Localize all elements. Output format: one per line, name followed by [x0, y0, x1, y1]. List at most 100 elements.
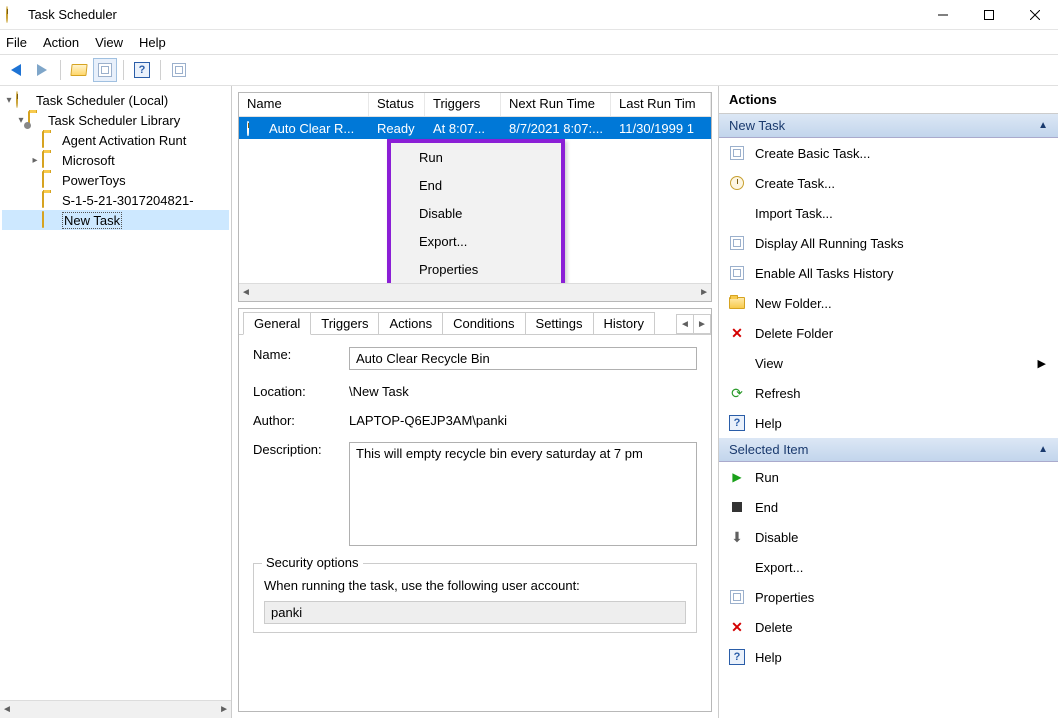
folder-icon — [729, 295, 745, 311]
action-display-running[interactable]: Display All Running Tasks — [719, 228, 1058, 258]
task-row-selected[interactable]: Auto Clear R... Ready At 8:07... 8/7/202… — [239, 117, 711, 139]
tab-settings[interactable]: Settings — [525, 312, 594, 334]
help-button[interactable]: ? — [130, 58, 154, 82]
details-pane: General Triggers Actions Conditions Sett… — [238, 308, 712, 712]
actions-group-selected[interactable]: Selected Item ▲ — [719, 438, 1058, 462]
action-end[interactable]: End — [719, 492, 1058, 522]
toolbar-separator — [160, 60, 161, 80]
refresh-icon: ⟳ — [729, 385, 745, 401]
group-label: Selected Item — [729, 442, 809, 457]
help-icon: ? — [729, 649, 745, 665]
context-disable[interactable]: Disable — [391, 199, 561, 227]
context-end[interactable]: End — [391, 171, 561, 199]
tab-general[interactable]: General — [243, 312, 311, 335]
action-new-folder[interactable]: New Folder... — [719, 288, 1058, 318]
column-last-run[interactable]: Last Run Tim — [611, 93, 711, 116]
menu-help[interactable]: Help — [139, 35, 166, 50]
action-view[interactable]: View ▶ — [719, 348, 1058, 378]
group-label: New Task — [729, 118, 785, 133]
tree-item[interactable]: S-1-5-21-3017204821- — [2, 190, 229, 210]
tab-scroll-left[interactable]: ◄ — [676, 314, 694, 334]
cell-next: 8/7/2021 8:07:... — [501, 121, 611, 136]
security-options: Security options When running the task, … — [253, 563, 697, 633]
tree-item-label: New Task — [62, 212, 122, 229]
action-run[interactable]: ▶ Run — [719, 462, 1058, 492]
minimize-button[interactable] — [920, 0, 966, 30]
menu-action[interactable]: Action — [43, 35, 79, 50]
tree-item-label: Microsoft — [62, 153, 115, 168]
action-delete[interactable]: ✕ Delete — [719, 612, 1058, 642]
back-button[interactable] — [4, 58, 28, 82]
action-create-basic[interactable]: Create Basic Task... — [719, 138, 1058, 168]
input-description[interactable]: This will empty recycle bin every saturd… — [349, 442, 697, 546]
tree-item[interactable]: PowerToys — [2, 170, 229, 190]
tab-conditions[interactable]: Conditions — [442, 312, 525, 334]
tab-history[interactable]: History — [593, 312, 655, 334]
scroll-right-icon[interactable]: ► — [219, 704, 229, 715]
app-icon — [6, 7, 22, 23]
show-hide-tree-button[interactable] — [93, 58, 117, 82]
tab-scroll-right[interactable]: ► — [693, 314, 711, 334]
delete-icon: ✕ — [729, 619, 745, 635]
action-import-task[interactable]: Import Task... — [719, 198, 1058, 228]
task-list-body: Auto Clear R... Ready At 8:07... 8/7/202… — [239, 117, 711, 283]
column-status[interactable]: Status — [369, 93, 425, 116]
action-export[interactable]: Export... — [719, 552, 1058, 582]
tree-root[interactable]: ▾ Task Scheduler (Local) — [2, 90, 229, 110]
tree-item[interactable]: ▸ Microsoft — [2, 150, 229, 170]
menu-file[interactable]: File — [6, 35, 27, 50]
expand-icon[interactable]: ▸ — [28, 155, 42, 166]
export-icon — [729, 559, 745, 575]
column-triggers[interactable]: Triggers — [425, 93, 501, 116]
action-help[interactable]: ? Help — [719, 408, 1058, 438]
security-user: panki — [264, 601, 686, 624]
tree-item-label: Agent Activation Runt — [62, 133, 186, 148]
action-delete-folder[interactable]: ✕ Delete Folder — [719, 318, 1058, 348]
task-list-scrollbar[interactable]: ◄ ► — [239, 283, 711, 301]
column-name[interactable]: Name — [239, 93, 369, 116]
tree-item-label: S-1-5-21-3017204821- — [62, 193, 194, 208]
scroll-left-icon[interactable]: ◄ — [2, 704, 12, 715]
menu-view[interactable]: View — [95, 35, 123, 50]
tree-item[interactable]: Agent Activation Runt — [2, 130, 229, 150]
tree-body: ▾ Task Scheduler (Local) ▾ Task Schedule… — [0, 86, 231, 700]
column-next-run[interactable]: Next Run Time — [501, 93, 611, 116]
submenu-arrow-icon: ▶ — [1038, 357, 1046, 370]
refresh-button[interactable] — [167, 58, 191, 82]
scroll-left-icon[interactable]: ◄ — [241, 287, 251, 298]
tree-scrollbar[interactable]: ◄ ► — [0, 700, 231, 718]
menu-bar: File Action View Help — [0, 30, 1058, 54]
tree-library[interactable]: ▾ Task Scheduler Library — [2, 110, 229, 130]
action-disable[interactable]: ⬇ Disable — [719, 522, 1058, 552]
maximize-button[interactable] — [966, 0, 1012, 30]
tree-pane: ▾ Task Scheduler (Local) ▾ Task Schedule… — [0, 86, 232, 718]
action-create-task[interactable]: Create Task... — [719, 168, 1058, 198]
actions-pane: Actions New Task ▲ Create Basic Task... … — [718, 86, 1058, 718]
scroll-right-icon[interactable]: ► — [699, 287, 709, 298]
collapse-icon[interactable]: ▾ — [2, 95, 16, 106]
tab-triggers[interactable]: Triggers — [310, 312, 379, 334]
forward-button[interactable] — [30, 58, 54, 82]
toolbar: ? — [0, 54, 1058, 86]
actions-title: Actions — [719, 86, 1058, 114]
action-help-2[interactable]: ? Help — [719, 642, 1058, 672]
action-properties[interactable]: Properties — [719, 582, 1058, 612]
context-run[interactable]: Run — [391, 143, 561, 171]
task-list-header: Name Status Triggers Next Run Time Last … — [239, 93, 711, 117]
context-export[interactable]: Export... — [391, 227, 561, 255]
running-icon — [729, 235, 745, 251]
tree-item-selected[interactable]: New Task — [2, 210, 229, 230]
context-properties[interactable]: Properties — [391, 255, 561, 283]
context-menu: Run End Disable Export... Properties Del… — [387, 139, 565, 283]
toolbar-separator — [123, 60, 124, 80]
action-refresh[interactable]: ⟳ Refresh — [719, 378, 1058, 408]
close-button[interactable] — [1012, 0, 1058, 30]
collapse-caret-icon: ▲ — [1038, 120, 1048, 131]
tab-actions[interactable]: Actions — [378, 312, 443, 334]
wizard-icon — [729, 145, 745, 161]
actions-group-newtask[interactable]: New Task ▲ — [719, 114, 1058, 138]
up-folder-button[interactable] — [67, 58, 91, 82]
action-enable-history[interactable]: Enable All Tasks History — [719, 258, 1058, 288]
input-name[interactable] — [349, 347, 697, 370]
title-bar: Task Scheduler — [0, 0, 1058, 30]
